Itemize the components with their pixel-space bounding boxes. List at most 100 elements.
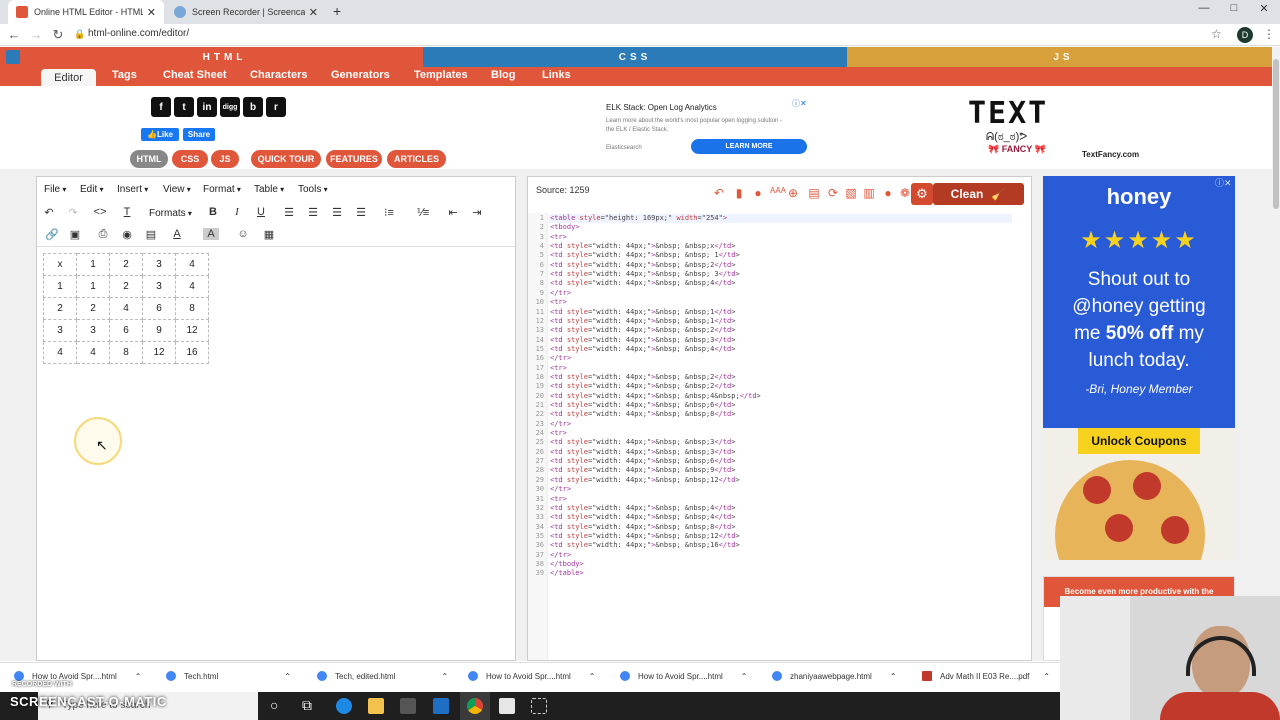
indent-icon[interactable]: ⇥: [469, 206, 485, 219]
menu-tools[interactable]: Tools: [298, 184, 328, 195]
table-cell[interactable]: 3: [142, 253, 176, 276]
linkedin-icon[interactable]: in: [197, 97, 217, 117]
close-window-button[interactable]: ✕: [1254, 2, 1274, 15]
link-icon[interactable]: 🔗: [44, 228, 60, 241]
code-line[interactable]: <tr>: [550, 233, 567, 241]
table-cell[interactable]: 2: [109, 275, 143, 298]
code-line[interactable]: <tr>: [550, 298, 567, 306]
address-bar[interactable]: html-online.com/editor/: [88, 28, 189, 39]
digg-icon[interactable]: digg: [220, 97, 240, 117]
code-line[interactable]: <td style="width: 44px;">&nbsp; &nbsp;8<…: [550, 410, 735, 418]
text-color-icon[interactable]: A: [169, 228, 185, 240]
redo-icon[interactable]: ↷: [65, 206, 81, 219]
paste-icon[interactable]: ▥: [862, 186, 876, 200]
pill-quick-tour[interactable]: QUICK TOUR: [251, 150, 321, 168]
menu-table[interactable]: Table: [254, 184, 284, 195]
undo-source-icon[interactable]: ↶: [712, 186, 726, 200]
maximize-button[interactable]: □: [1224, 2, 1244, 14]
background-color-icon[interactable]: A: [203, 228, 219, 240]
nav-links[interactable]: Links: [542, 69, 571, 81]
tab-screen-recorder[interactable]: Screen Recorder | Screencast-O- ✕: [166, 0, 326, 24]
align-left-icon[interactable]: ☰: [281, 206, 297, 219]
compress-icon[interactable]: ●: [751, 186, 765, 200]
table-cell[interactable]: 6: [142, 297, 176, 320]
code-line[interactable]: <td style="width: 44px;">&nbsp; &nbsp;12…: [550, 532, 740, 540]
code-line[interactable]: <td style="width: 44px;">&nbsp; &nbsp; 3…: [550, 270, 740, 278]
clean-button[interactable]: Clean 🧹: [933, 183, 1024, 205]
download-item[interactable]: Adv Math II E03 Re....pdf ⌃: [922, 671, 1050, 681]
close-tab-icon[interactable]: ✕: [309, 6, 318, 19]
code-line[interactable]: </table>: [550, 569, 584, 577]
html-section[interactable]: HTML: [26, 47, 423, 67]
code-line[interactable]: <td style="width: 44px;">&nbsp; &nbsp;2<…: [550, 326, 735, 334]
emoticon-icon[interactable]: ☺: [235, 228, 251, 240]
code-line[interactable]: <td style="width: 44px;">&nbsp; &nbsp;4<…: [550, 279, 735, 287]
code-line[interactable]: <td style="width: 44px;">&nbsp; &nbsp;2<…: [550, 373, 735, 381]
ad-info-icon[interactable]: ⓘ✕: [792, 98, 807, 109]
photos-icon[interactable]: [499, 698, 515, 714]
print-icon[interactable]: ⎙: [95, 228, 111, 241]
table-cell[interactable]: 3: [43, 319, 77, 342]
code-line[interactable]: <td style="width: 44px;">&nbsp; &nbsp;4<…: [550, 345, 735, 353]
menu-view[interactable]: View: [163, 184, 191, 195]
code-line[interactable]: </tbody>: [550, 560, 584, 568]
pill-features[interactable]: FEATURES: [326, 150, 382, 168]
blogger-icon[interactable]: b: [243, 97, 263, 117]
minimize-button[interactable]: —: [1194, 2, 1214, 14]
gear-icon[interactable]: ⚙: [911, 183, 933, 205]
code-line[interactable]: </tr>: [550, 354, 571, 362]
chevron-up-icon[interactable]: ⌃: [135, 672, 142, 681]
pill-js[interactable]: JS: [211, 150, 239, 168]
align-center-icon[interactable]: ☰: [305, 206, 321, 219]
chevron-up-icon[interactable]: ⌃: [741, 672, 748, 681]
info-icon[interactable]: ●: [881, 186, 895, 200]
font-size-icon[interactable]: AAA: [768, 186, 788, 195]
pill-articles[interactable]: ARTICLES: [387, 150, 446, 168]
facebook-icon[interactable]: f: [151, 97, 171, 117]
code-line[interactable]: <td style="width: 44px;">&nbsp; &nbsp;8<…: [550, 523, 735, 531]
table-cell[interactable]: 2: [109, 253, 143, 276]
forward-icon[interactable]: →: [28, 27, 44, 42]
new-tab-button[interactable]: +: [333, 3, 341, 19]
code-line[interactable]: <td style="width: 44px;">&nbsp; &nbsp;16…: [550, 541, 740, 549]
table-cell[interactable]: 3: [142, 275, 176, 298]
back-icon[interactable]: ←: [6, 27, 22, 42]
table-cell[interactable]: 8: [175, 297, 209, 320]
code-line[interactable]: <td style="width: 44px;">&nbsp; &nbsp;9<…: [550, 466, 735, 474]
code-line[interactable]: </tr>: [550, 551, 571, 559]
download-item[interactable]: How to Avoid Spr....html ⌃: [620, 671, 747, 681]
source-code-icon[interactable]: <>: [92, 206, 108, 218]
table-cell[interactable]: 4: [76, 341, 110, 364]
code-line[interactable]: <td style="width: 44px;">&nbsp; &nbsp;2<…: [550, 261, 735, 269]
ad-title[interactable]: ELK Stack: Open Log Analytics: [606, 103, 717, 112]
fb-share-button[interactable]: Share: [183, 128, 215, 141]
scrollbar-thumb[interactable]: [1273, 59, 1279, 209]
code-line[interactable]: </tr>: [550, 420, 571, 428]
code-line[interactable]: <td style="width: 44px;">&nbsp; &nbsp;1<…: [550, 308, 735, 316]
table-cell[interactable]: x: [43, 253, 77, 276]
code-line[interactable]: <td style="width: 44px;">&nbsp; &nbsp;4<…: [550, 504, 735, 512]
table-cell[interactable]: 4: [109, 297, 143, 320]
download-item[interactable]: zhaniyaawebpage.html ⌃: [772, 671, 897, 681]
pill-css[interactable]: CSS: [172, 150, 208, 168]
code-line[interactable]: <tr>: [550, 495, 567, 503]
multiplication-table[interactable]: x1234 11234 22468 3 3 6 9 12 4 4 8 12 16: [43, 253, 209, 364]
tab-html-editor[interactable]: Online HTML Editor - HTML-Onli ✕: [8, 0, 164, 24]
nav-generators[interactable]: Generators: [331, 69, 390, 81]
menu-dots-icon[interactable]: ⋮: [1263, 27, 1275, 41]
formats-dropdown[interactable]: Formats: [149, 208, 192, 219]
elk-ad[interactable]: ELK Stack: Open Log Analytics Learn more…: [600, 98, 812, 156]
cortana-icon[interactable]: ○: [270, 697, 278, 713]
table-icon[interactable]: ▦: [261, 228, 277, 241]
media-icon[interactable]: ▤: [143, 228, 159, 241]
code-line[interactable]: <td style="width: 44px;">&nbsp; &nbsp;12…: [550, 476, 740, 484]
nav-characters[interactable]: Characters: [250, 69, 307, 81]
bookmark-star-icon[interactable]: ☆: [1211, 27, 1222, 41]
code-line[interactable]: <td style="width: 44px;">&nbsp; &nbsp;x<…: [550, 242, 735, 250]
nav-templates[interactable]: Templates: [414, 69, 468, 81]
code-line[interactable]: <td style="width: 44px;">&nbsp; &nbsp;3<…: [550, 336, 735, 344]
edge-icon[interactable]: [336, 698, 352, 714]
chevron-up-icon[interactable]: ⌃: [589, 672, 596, 681]
clear-format-icon[interactable]: T: [119, 206, 135, 218]
close-tab-icon[interactable]: ✕: [147, 6, 156, 19]
